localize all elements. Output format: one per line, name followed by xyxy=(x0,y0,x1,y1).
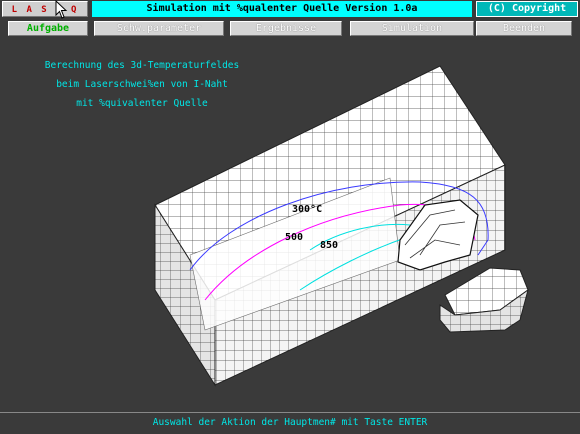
label-300: 300°C xyxy=(292,204,322,215)
label-850: 850 xyxy=(320,240,338,251)
temperature-field-3d-view: 300°C 500 850 xyxy=(154,65,529,387)
label-500: 500 xyxy=(285,232,303,243)
mouse-cursor-icon xyxy=(55,0,68,19)
status-bar: Auswahl der Aktion der Hauptmen# mit Tas… xyxy=(0,412,580,434)
